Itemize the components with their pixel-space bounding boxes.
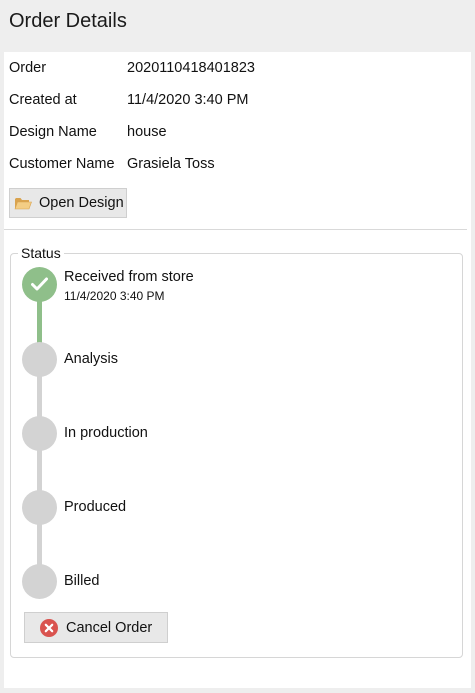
step-billed-label: Billed	[64, 573, 100, 589]
status-legend: Status	[18, 245, 64, 261]
step-analysis-circle	[22, 342, 57, 377]
open-design-button[interactable]: Open Design	[9, 188, 127, 218]
timeline-connector-pending	[37, 360, 42, 582]
status-group	[10, 253, 463, 658]
step-received-label: Received from store	[64, 269, 194, 285]
step-analysis-label: Analysis	[64, 351, 118, 367]
divider	[4, 229, 467, 230]
order-value: 2020110418401823	[127, 60, 255, 76]
cancel-order-button[interactable]: Cancel Order	[24, 612, 168, 643]
folder-icon	[14, 198, 32, 210]
step-billed-circle	[22, 564, 57, 599]
order-details-panel: Order 2020110418401823 Created at 11/4/2…	[4, 52, 471, 688]
order-label: Order	[9, 60, 47, 76]
timeline-connector-done	[37, 300, 42, 348]
page-title: Order Details	[9, 10, 127, 32]
header: Order Details	[0, 0, 475, 52]
created-at-label: Created at	[9, 92, 77, 108]
step-produced-label: Produced	[64, 499, 127, 515]
created-at-value: 11/4/2020 3:40 PM	[127, 92, 249, 108]
step-in-production-label: In production	[64, 425, 148, 441]
cancel-order-label: Cancel Order	[66, 620, 153, 636]
step-received-circle	[22, 267, 57, 302]
check-icon	[31, 277, 48, 291]
open-design-label: Open Design	[39, 195, 124, 211]
step-produced-circle	[22, 490, 57, 525]
step-in-production-circle	[22, 416, 57, 451]
design-name-value: house	[127, 124, 167, 140]
design-name-label: Design Name	[9, 124, 97, 140]
customer-name-value: Grasiela Toss	[127, 156, 215, 172]
step-received-time: 11/4/2020 3:40 PM	[64, 289, 165, 303]
cancel-icon	[40, 619, 58, 637]
customer-name-label: Customer Name	[9, 156, 115, 172]
